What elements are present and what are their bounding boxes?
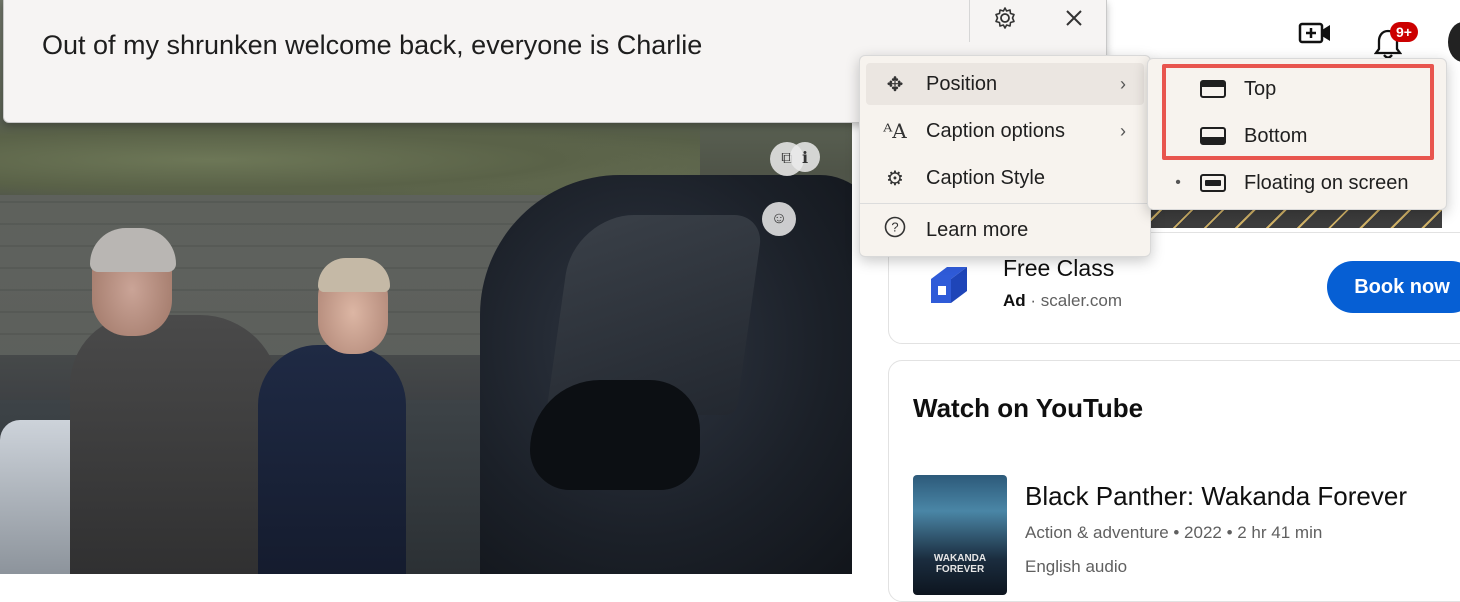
menu-item-position[interactable]: ✥ Position ›: [866, 63, 1144, 105]
movie-meta: Action & adventure • 2022 • 2 hr 41 min: [1025, 523, 1323, 542]
ad-label: Ad: [1003, 291, 1026, 310]
svg-text:?: ?: [891, 220, 898, 235]
add-user-icon[interactable]: ☺: [762, 202, 796, 236]
caption-toolbar: [969, 0, 1108, 42]
close-icon[interactable]: [1054, 8, 1094, 34]
text-size-icon: ᴬA: [883, 119, 907, 143]
notifications-badge: 9+: [1390, 22, 1418, 42]
help-icon: ?: [876, 216, 914, 244]
chevron-right-icon: ›: [1120, 120, 1126, 141]
movie-poster-text: WAKANDA FOREVER: [933, 553, 987, 575]
watch-heading: Watch on YouTube: [913, 393, 1144, 423]
move-icon: ✥: [886, 73, 904, 96]
movie-title[interactable]: Black Panther: Wakanda Forever: [1025, 481, 1407, 512]
video-plus-icon[interactable]: [1298, 20, 1332, 51]
book-now-button[interactable]: Book now: [1327, 261, 1460, 313]
highlight-annotation: [1162, 64, 1434, 160]
menu-item-label: Position: [926, 72, 998, 95]
gear-icon[interactable]: [985, 6, 1025, 36]
info-icon[interactable]: i: [790, 142, 820, 172]
menu-item-learn-more[interactable]: ? Learn more: [866, 209, 1144, 251]
caption-context-menu: ✥ Position › ᴬA Caption options › ⚙ Capt…: [859, 55, 1151, 257]
movie-audio: English audio: [1025, 557, 1128, 576]
watch-on-youtube-card: Watch on YouTube WAKANDA FOREVER Black P…: [888, 360, 1460, 602]
video-person-2: [258, 345, 406, 574]
submenu-item-label: Floating on screen: [1244, 171, 1409, 194]
menu-item-caption-style[interactable]: ⚙ Caption Style: [866, 157, 1144, 199]
selected-dot-icon: •: [1175, 174, 1181, 191]
menu-divider: [860, 203, 1150, 204]
caption-text: Out of my shrunken welcome back, everyon…: [42, 30, 703, 60]
chevron-right-icon: ›: [1120, 73, 1126, 94]
menu-item-label: Learn more: [926, 218, 1029, 241]
scaler-logo-icon: [931, 267, 967, 303]
ad-domain: scaler.com: [1040, 291, 1123, 310]
gear-icon: ⚙: [886, 167, 904, 190]
video-person-2-hair: [318, 258, 390, 292]
avatar[interactable]: [1448, 22, 1460, 62]
ad-title[interactable]: Free Class: [1003, 255, 1114, 282]
video-person-1: [70, 315, 280, 574]
menu-item-label: Caption options: [926, 119, 1065, 142]
window-floating-icon: [1200, 174, 1226, 192]
movie-poster[interactable]: WAKANDA FOREVER: [913, 475, 1007, 595]
video-car-mirror: [530, 380, 700, 490]
menu-item-caption-options[interactable]: ᴬA Caption options ›: [866, 110, 1144, 152]
ad-subtitle: Ad · scaler.com: [1003, 291, 1122, 311]
submenu-item-floating[interactable]: • Floating on screen: [1148, 161, 1446, 205]
menu-item-label: Caption Style: [926, 166, 1045, 189]
ad-separator: ·: [1030, 291, 1041, 310]
